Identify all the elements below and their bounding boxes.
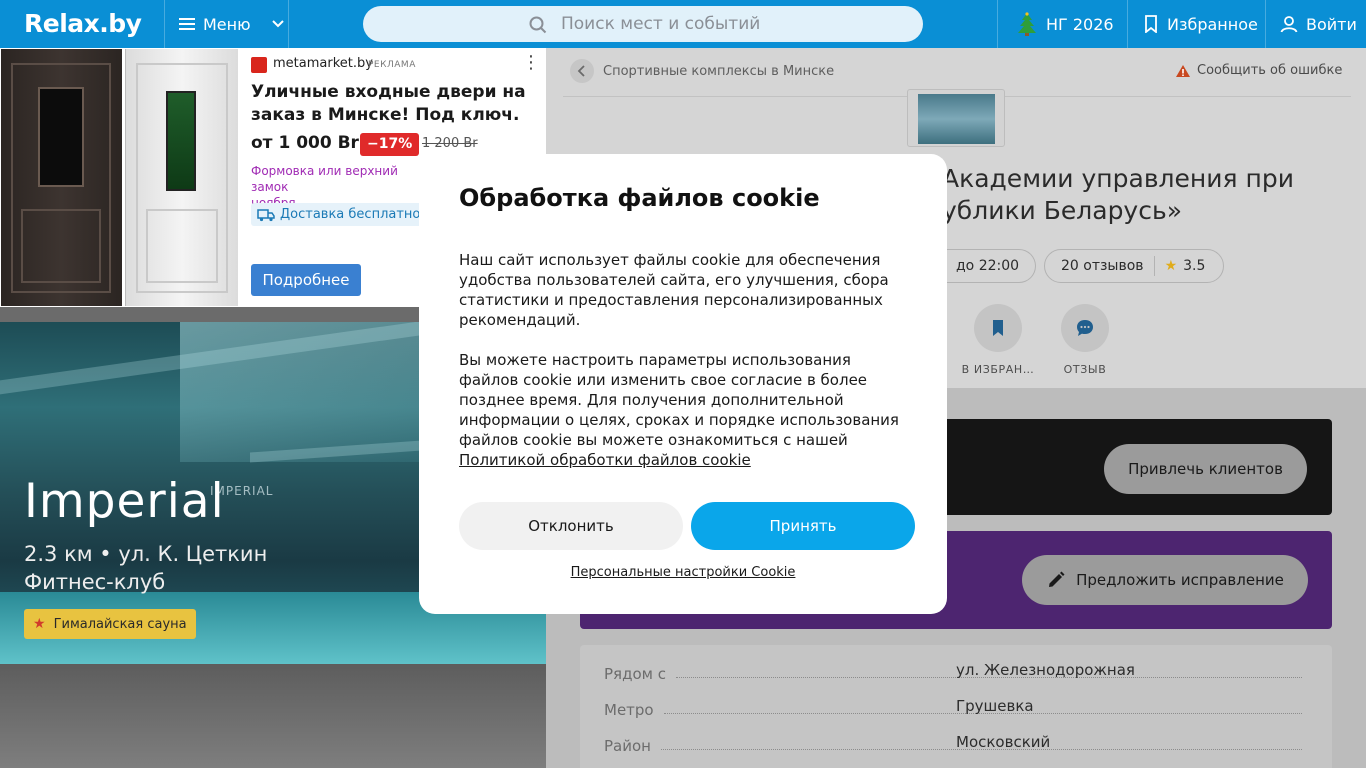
header-divider xyxy=(288,0,289,48)
cookie-dialog: Обработка файлов cookie Наш сайт использ… xyxy=(419,154,947,614)
ad-label: РЕКЛАМА xyxy=(368,60,416,70)
top-header: Relax.by Меню НГ 2026 Избранное Войти xyxy=(0,0,1366,48)
new-year-label: НГ 2026 xyxy=(1046,14,1114,34)
report-error-label: Сообщить об ошибке xyxy=(1197,63,1343,78)
bookmark-icon xyxy=(1145,15,1157,33)
christmas-tree-icon xyxy=(1018,12,1036,36)
report-error-link[interactable]: Сообщить об ошибке xyxy=(1175,63,1342,78)
truck-icon xyxy=(257,208,275,221)
chevron-down-icon xyxy=(271,20,284,28)
rating-value: 3.5 xyxy=(1183,258,1206,274)
login-link[interactable]: Войти xyxy=(1280,0,1357,48)
ad-brand[interactable]: metamarket.by xyxy=(273,56,373,71)
breadcrumb[interactable]: Спортивные комплексы в Минске xyxy=(603,64,834,79)
reviews-count: 20 отзывов xyxy=(1061,258,1144,274)
info-key: Метро xyxy=(604,701,654,719)
pencil-icon xyxy=(1049,571,1065,587)
ad-old-price: 1 200 Br xyxy=(422,136,478,151)
add-favorite-action[interactable]: В ИЗБРАН… xyxy=(948,304,1048,376)
menu-label: Меню xyxy=(203,14,251,34)
feature-badge-label: Гималайская сауна xyxy=(53,616,187,632)
bookmark-icon xyxy=(993,320,1003,336)
pill-divider xyxy=(1153,256,1155,276)
chat-icon xyxy=(1077,320,1093,336)
ad-title[interactable]: Уличные входные двери на заказ в Минске!… xyxy=(251,81,531,127)
more-options-icon[interactable]: ⋮ xyxy=(522,54,540,72)
info-value[interactable]: Грушевка xyxy=(956,697,1034,715)
ad-discount-badge: −17% xyxy=(360,133,420,156)
review-action-label: ОТЗЫВ xyxy=(1063,363,1107,376)
chevron-left-icon xyxy=(577,65,585,77)
decline-button[interactable]: Отклонить xyxy=(459,502,683,550)
place-type: Фитнес-клуб xyxy=(24,570,166,594)
info-value[interactable]: Московский xyxy=(956,733,1050,751)
cookie-text-2-body: Вы можете настроить параметры использова… xyxy=(459,351,899,449)
warning-icon xyxy=(1176,64,1190,77)
info-row: Рядом с ул. Железнодорожная xyxy=(604,659,1312,683)
reviews-pill[interactable]: 20 отзывов ★ 3.5 xyxy=(1044,249,1224,283)
header-divider xyxy=(1265,0,1266,48)
cookie-policy-link[interactable]: Политикой обработки файлов cookie xyxy=(459,451,751,469)
new-year-link[interactable]: НГ 2026 xyxy=(1016,0,1114,48)
ad-more-button[interactable]: Подробнее xyxy=(251,264,361,296)
ad-image-dark-door xyxy=(1,49,122,306)
attract-clients-button[interactable]: Привлечь клиентов xyxy=(1104,444,1307,494)
cookie-settings-link[interactable]: Персональные настройки Cookie xyxy=(419,565,947,580)
attract-clients-label: Привлечь клиентов xyxy=(1128,460,1283,478)
favorite-action-label: В ИЗБРАН… xyxy=(961,363,1035,376)
info-row: Район Московский xyxy=(604,731,1312,755)
info-key: Рядом с xyxy=(604,665,666,683)
page-title: Академии управления при ублики Беларусь» xyxy=(942,164,1294,225)
ad-delivery-badge: Доставка бесплатно xyxy=(251,203,429,226)
search-bar[interactable] xyxy=(363,6,923,42)
hero-shade xyxy=(0,664,546,768)
cookie-dialog-title: Обработка файлов cookie xyxy=(459,184,820,212)
ad-image-white-door xyxy=(125,49,238,306)
search-icon xyxy=(529,16,547,34)
favorites-label: Избранное xyxy=(1167,14,1258,34)
header-divider xyxy=(1127,0,1128,48)
ad-brand-logo xyxy=(251,57,267,73)
suggest-edit-label: Предложить исправление xyxy=(1076,571,1284,589)
back-button[interactable] xyxy=(570,59,594,83)
hours-label: до 22:00 xyxy=(956,258,1020,274)
star-icon: ★ xyxy=(1164,258,1178,274)
info-value[interactable]: ул. Железнодорожная xyxy=(956,661,1135,679)
place-thumbnail[interactable] xyxy=(907,89,1005,147)
cookie-text-2: Вы можете настроить параметры использова… xyxy=(459,350,907,470)
review-action-circle xyxy=(1061,304,1109,352)
menu-button[interactable]: Меню xyxy=(165,0,288,48)
suggest-edit-button[interactable]: Предложить исправление xyxy=(1022,555,1308,605)
cookie-text-1: Наш сайт использует файлы cookie для обе… xyxy=(459,251,889,329)
review-action[interactable]: ОТЗЫВ xyxy=(1035,304,1135,376)
header-divider xyxy=(997,0,998,48)
info-list: Рядом с ул. Железнодорожная Метро Грушев… xyxy=(580,645,1332,768)
user-icon xyxy=(1280,16,1298,33)
info-key: Район xyxy=(604,737,651,755)
feature-badge: ★ Гималайская сауна xyxy=(24,609,196,639)
place-address: 2.3 км • ул. К. Цеткин xyxy=(24,542,268,566)
ad-delivery-label: Доставка бесплатно xyxy=(280,207,421,222)
hamburger-icon xyxy=(179,18,195,30)
accept-button[interactable]: Принять xyxy=(691,502,915,550)
place-title: Imperial xyxy=(24,474,225,529)
site-logo[interactable]: Relax.by xyxy=(24,9,142,38)
favorites-link[interactable]: Избранное xyxy=(1143,0,1258,48)
search-input[interactable] xyxy=(561,12,901,36)
login-label: Войти xyxy=(1306,14,1357,34)
favorite-action-circle xyxy=(974,304,1022,352)
star-icon: ★ xyxy=(33,616,46,632)
ad-price: от 1 000 Br xyxy=(251,133,359,153)
info-row: Метро Грушевка xyxy=(604,695,1312,719)
